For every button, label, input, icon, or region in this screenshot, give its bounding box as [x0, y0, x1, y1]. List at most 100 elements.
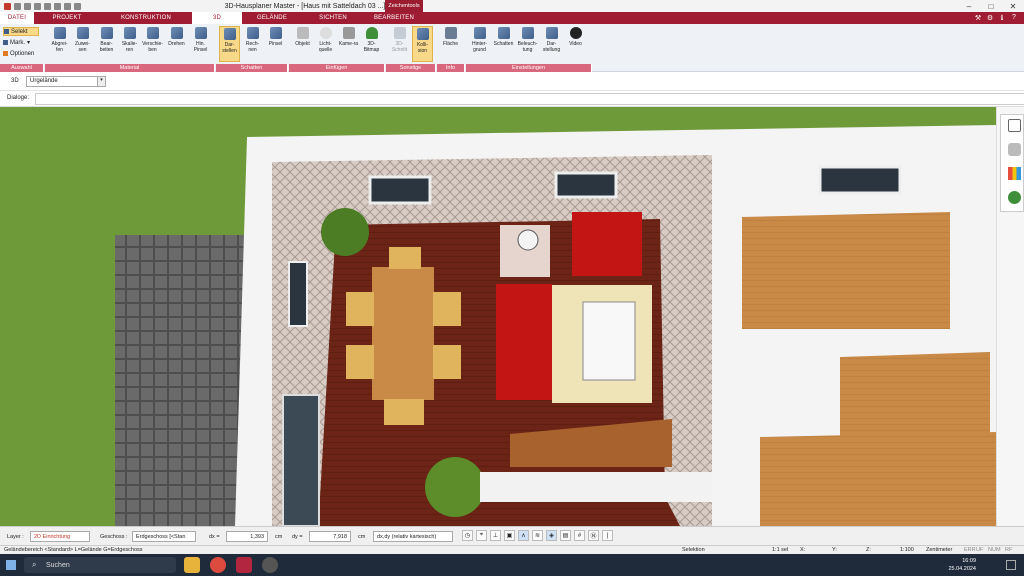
material-brush-button[interactable]: Hin. Pinsel [190, 26, 211, 62]
sofa [496, 284, 552, 400]
material-pick-button[interactable]: Abgrei-fen [49, 26, 70, 62]
taskbar-search[interactable]: ⌕ Suchen [24, 557, 176, 573]
tab-projekt[interactable]: PROJEKT [34, 12, 100, 24]
chair [346, 345, 374, 379]
settings-icon[interactable]: ⚙ [986, 13, 994, 22]
chair-catalog-icon[interactable] [1008, 143, 1021, 156]
dx-input[interactable]: 1,393 [226, 531, 268, 542]
area-icon [444, 27, 457, 39]
grid-icon[interactable]: # [574, 530, 585, 541]
measure-icon[interactable]: ≋ [532, 530, 543, 541]
shadow-compute-button[interactable]: Rech-nen [242, 26, 263, 62]
dialog-label: Dialoge: [7, 95, 30, 101]
taskbar-clock[interactable]: 16:09 25.04.2024 [948, 557, 976, 573]
section-3d-button[interactable]: 3D-Schnitt [389, 26, 410, 62]
hausplaner-app-icon[interactable] [236, 557, 252, 573]
y-coord: Y: [832, 547, 837, 553]
chair [433, 292, 461, 326]
background-icon [473, 27, 486, 39]
lighting-button[interactable]: Beleuch-tung [517, 26, 538, 62]
material-scale-button[interactable]: Skalie-ren [119, 26, 140, 62]
chevron-down-icon: ▾ [97, 77, 105, 86]
collision-button[interactable]: Kolli-sion [412, 26, 433, 62]
materials-icon[interactable] [1008, 167, 1021, 180]
dy-input[interactable]: 7,918 [309, 531, 351, 542]
insert-camera-button[interactable]: Kame-ra [338, 26, 359, 62]
north-icon[interactable]: Ⓝ [588, 530, 599, 541]
insert-light-button[interactable]: Licht-quelle [315, 26, 336, 62]
maximize-button[interactable]: □ [980, 0, 1002, 12]
flag-rf: RF [1005, 547, 1013, 553]
clock-icon[interactable]: ◷ [462, 530, 473, 541]
collision-icon [416, 28, 429, 40]
3d-scene [0, 107, 996, 526]
select-button[interactable]: Selekt [3, 27, 39, 36]
shadow-show-button[interactable]: Dar-stellen [219, 26, 240, 62]
file-explorer-icon[interactable] [184, 557, 200, 573]
ortho-icon[interactable]: ⊥ [490, 530, 501, 541]
insert-object-button[interactable]: Objekt [292, 26, 313, 62]
object-snap-icon[interactable]: ▣ [504, 530, 515, 541]
title-bar: 3D-Hausplaner Master - [Haus mit Satteld… [0, 0, 1024, 12]
coord-mode-select[interactable]: dx,dy (relativ kartesisch) [373, 531, 453, 542]
options-icon [3, 51, 8, 56]
insert-bitmap-button[interactable]: 3D-Bitmap [361, 26, 382, 62]
material-assign-button[interactable]: Zuwei-sen [72, 26, 93, 62]
tab-bearbeiten[interactable]: BEARBEITEN [364, 12, 424, 24]
dx-unit: cm [275, 533, 283, 540]
tab-file[interactable]: DATEI [0, 12, 34, 24]
snap-icon[interactable]: ⌖ [476, 530, 487, 541]
dialog-field[interactable] [35, 93, 1024, 105]
tab-konstruktion[interactable]: KONSTRUKTION [100, 12, 192, 24]
dx-label: dx = [209, 533, 220, 540]
hatch-icon[interactable]: ▤ [560, 530, 571, 541]
plants-icon[interactable] [1008, 191, 1021, 204]
tab-sichten[interactable]: SICHTEN [302, 12, 364, 24]
notification-icon[interactable] [1006, 560, 1016, 570]
layer-toggle-icon[interactable]: ◈ [546, 530, 557, 541]
material-edit-button[interactable]: Bear-beiten [96, 26, 117, 62]
glass-door [282, 394, 320, 526]
z-coord: Z: [866, 547, 871, 553]
paving-area [115, 235, 245, 526]
layers-icon[interactable] [1008, 119, 1021, 132]
chrome-icon[interactable] [210, 557, 226, 573]
background-button[interactable]: Hinter-grund [469, 26, 490, 62]
info-icon[interactable]: ℹ [998, 13, 1006, 22]
scale-sel-text: 1:1 sel [772, 547, 789, 553]
scale-icon [123, 27, 136, 39]
3d-viewport[interactable] [0, 107, 996, 526]
shadow-settings-button[interactable]: Schatten [493, 26, 514, 62]
shadow-brush-button[interactable]: Pinsel [265, 26, 286, 62]
floor-select[interactable]: Erdgeschoss [<Stan [132, 531, 196, 542]
layer-select[interactable]: 2D Einrichtung [30, 531, 90, 542]
options-button[interactable]: Optionen [3, 49, 39, 58]
flag-uf: UF [976, 547, 984, 553]
video-button[interactable]: Video [565, 26, 586, 62]
group-label-einfuegen: Einfügen [289, 64, 385, 72]
ribbon: Selekt Mark. ▾ Optionen Auswahl Abgrei-fe… [0, 24, 1024, 72]
tab-gelaende[interactable]: GELÄNDE [242, 12, 302, 24]
material-rotate-button[interactable]: Drehen [166, 26, 187, 62]
os-taskbar: ⌕ Suchen 16:09 25.04.2024 [0, 554, 1024, 576]
terrain-select[interactable]: Urgelände ▾ [26, 76, 106, 87]
material-move-button[interactable]: Verschie-ben [142, 26, 163, 62]
dialog-bar: Dialoge: [0, 91, 1024, 107]
eyedropper-icon [53, 27, 66, 39]
app-icon[interactable] [262, 557, 278, 573]
angle-icon[interactable]: ∧ [518, 530, 529, 541]
dy-unit: cm [358, 533, 366, 540]
group-einstellungen: Hinter-grund Schatten Beleuch-tung Dar-s… [466, 24, 592, 72]
tab-3d[interactable]: 3D [192, 12, 242, 24]
windows-start-icon[interactable] [6, 560, 16, 570]
close-button[interactable]: ✕ [1002, 0, 1024, 12]
chair-icon [296, 27, 309, 39]
mark-button[interactable]: Mark. ▾ [3, 38, 39, 47]
area-button[interactable]: Fläche [440, 26, 461, 62]
display-button[interactable]: Dar-stellung [541, 26, 562, 62]
help-icon[interactable]: ? [1010, 13, 1018, 22]
minimize-button[interactable]: – [958, 0, 980, 12]
chair [346, 292, 374, 326]
tools-icon[interactable]: ⚒ [974, 13, 982, 22]
assign-icon [76, 27, 89, 39]
